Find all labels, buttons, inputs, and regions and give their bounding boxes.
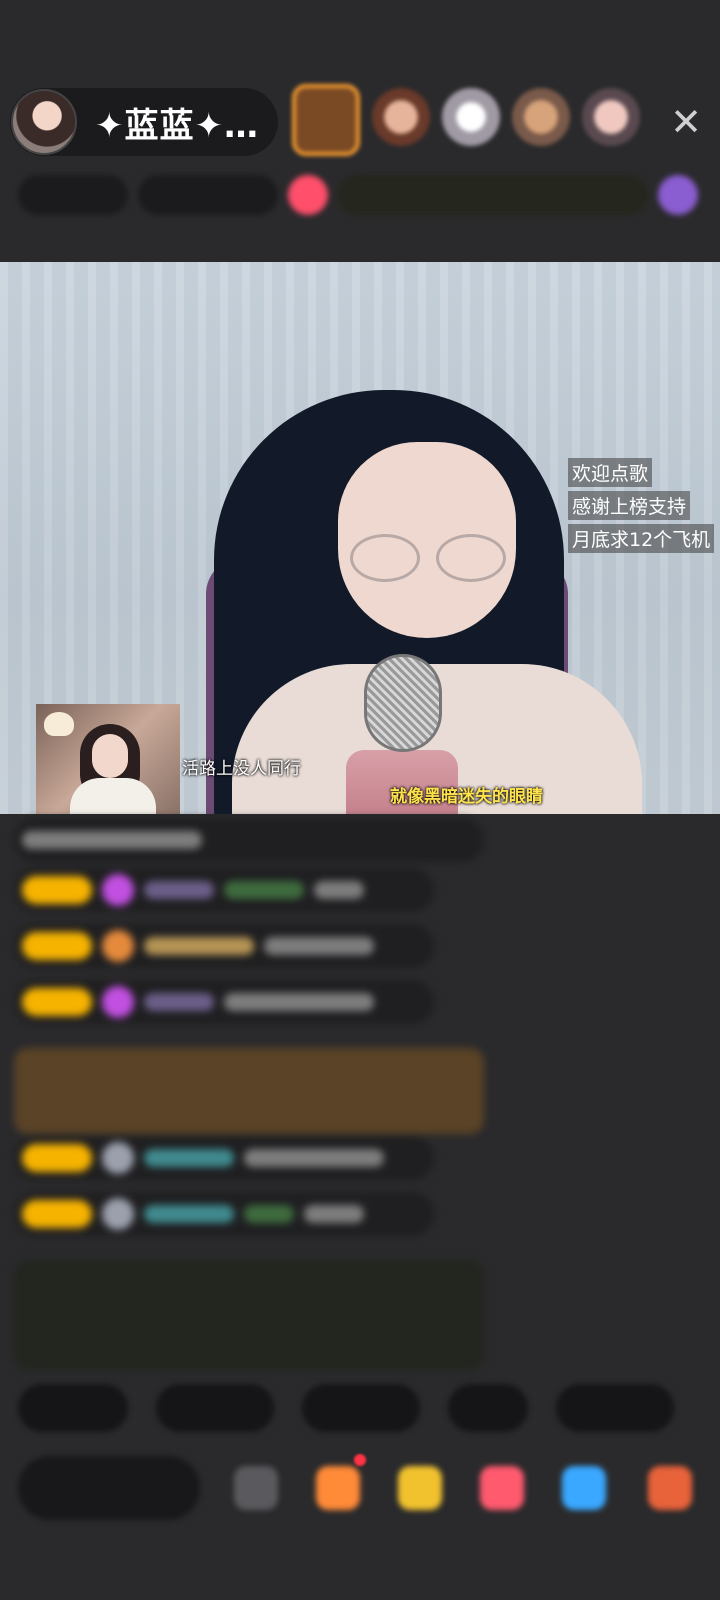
streamer-notes: 欢迎点歌 感谢上榜支持 月底求12个飞机 <box>568 458 715 553</box>
notification-dot <box>354 1454 366 1466</box>
quick-reply-button[interactable] <box>448 1384 528 1432</box>
quick-reply-row <box>18 1384 674 1432</box>
pk-mini-window[interactable] <box>36 704 180 814</box>
chat-input[interactable] <box>18 1456 200 1520</box>
microphone-icon <box>364 654 442 752</box>
host-profile-pill[interactable]: ✦蓝蓝✦… <box>10 88 278 156</box>
close-icon[interactable]: ✕ <box>664 100 708 144</box>
viewer-avatar[interactable] <box>582 88 640 146</box>
share-icon[interactable] <box>562 1466 606 1510</box>
room-info-strip <box>18 172 708 218</box>
chat-message <box>14 818 484 862</box>
system-notice-message <box>14 1260 484 1370</box>
quick-reply-button[interactable] <box>302 1384 420 1432</box>
chat-message <box>14 1136 434 1180</box>
hot-value-chip[interactable] <box>138 175 278 215</box>
heart-gift-icon[interactable] <box>480 1466 524 1510</box>
viewer-avatar[interactable] <box>372 88 430 146</box>
viewer-avatar[interactable] <box>512 88 570 146</box>
rank-chip[interactable] <box>18 175 128 215</box>
gift-highlight-message <box>14 1048 484 1134</box>
chat-message <box>14 868 434 912</box>
gift-icon[interactable] <box>648 1466 692 1510</box>
bottom-toolbar <box>18 1454 718 1524</box>
activity-icon[interactable] <box>288 175 328 215</box>
announcement-chip[interactable] <box>338 175 648 215</box>
note-welcome: 欢迎点歌 <box>568 458 653 487</box>
live-video[interactable]: 欢迎点歌 感谢上榜支持 月底求12个飞机 活路上没人同行 就像黑暗迷失的眼睛 <box>0 262 720 814</box>
chat-message <box>14 980 434 1024</box>
quick-reply-button[interactable] <box>18 1384 128 1432</box>
lyric-line-left: 活路上没人同行 <box>182 759 301 779</box>
top-viewers-list <box>292 84 640 156</box>
video-glasses <box>350 534 510 582</box>
host-name: ✦蓝蓝✦… <box>95 105 259 146</box>
emoji-icon[interactable] <box>234 1466 278 1510</box>
note-goal: 月底求12个飞机 <box>568 524 715 553</box>
treasure-icon[interactable] <box>398 1466 442 1510</box>
viewer-avatar[interactable] <box>292 84 360 156</box>
chat-message <box>14 1192 434 1236</box>
viewer-avatar[interactable] <box>442 88 500 146</box>
gift-box-icon[interactable] <box>316 1466 360 1510</box>
event-icon[interactable] <box>658 175 698 215</box>
quick-reply-button[interactable] <box>156 1384 274 1432</box>
lyric-line-right: 就像黑暗迷失的眼睛 <box>390 787 543 807</box>
chat-message <box>14 924 434 968</box>
note-thanks: 感谢上榜支持 <box>568 491 691 520</box>
quick-reply-button[interactable] <box>556 1384 674 1432</box>
host-avatar[interactable] <box>11 89 77 155</box>
